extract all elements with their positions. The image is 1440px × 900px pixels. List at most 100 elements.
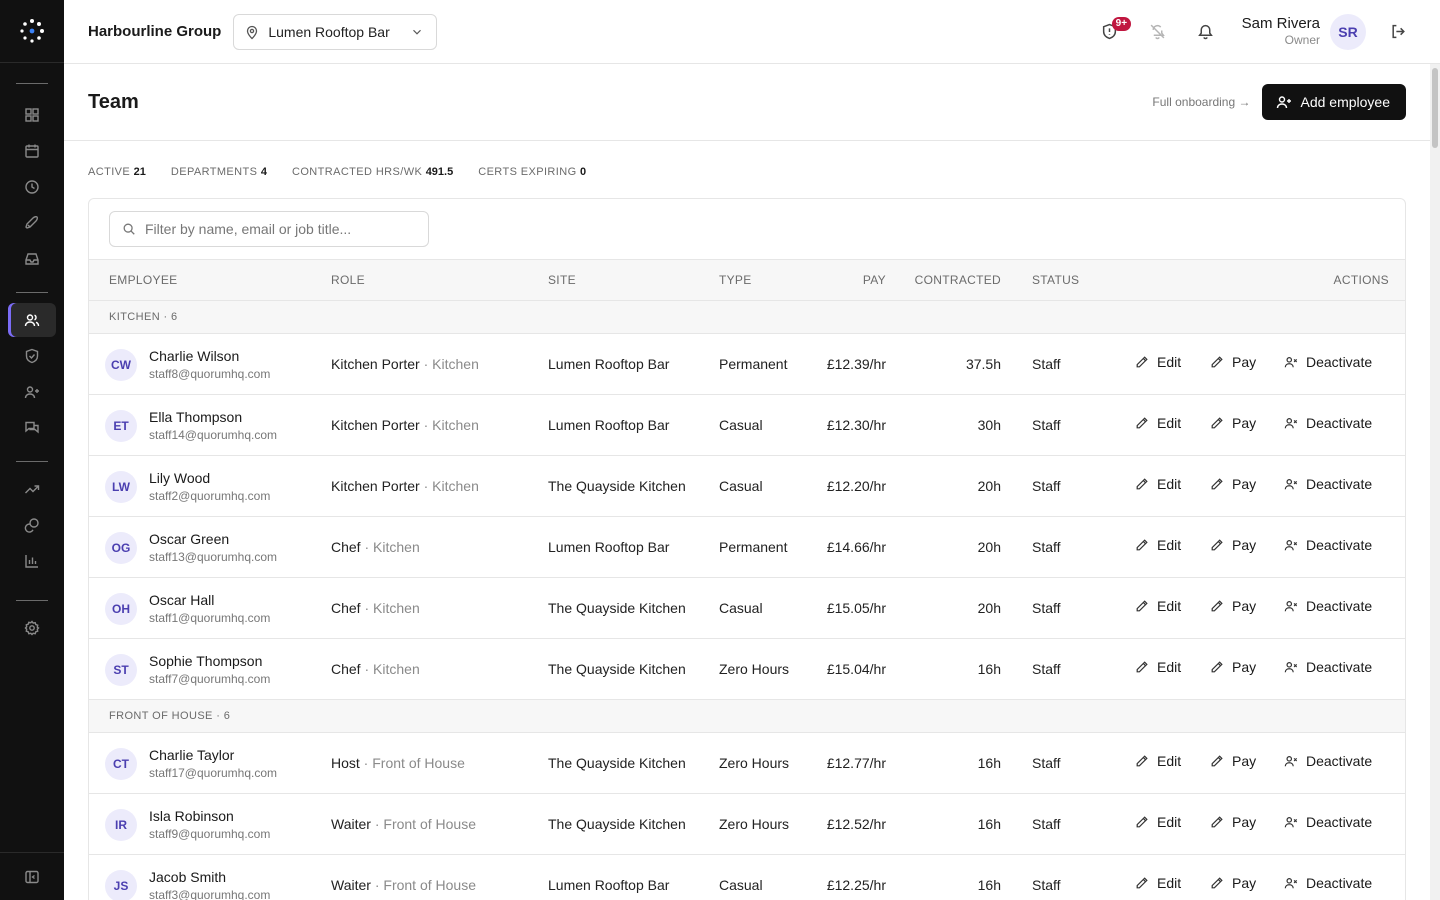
page-scrollbar[interactable]: [1430, 64, 1440, 900]
role-title: Kitchen Porter: [331, 417, 420, 433]
pay-button[interactable]: Pay: [1210, 537, 1256, 553]
deactivate-button[interactable]: Deactivate: [1284, 659, 1372, 675]
site-select[interactable]: Lumen Rooftop Bar: [233, 13, 438, 50]
stat-label: ACTIVE: [88, 166, 131, 178]
employee-name[interactable]: Sophie Thompson: [149, 653, 262, 669]
sidebar-item-dashboard[interactable]: [8, 98, 56, 132]
table-row[interactable]: IR Isla Robinson staff9@quorumhq.com Waiter…: [89, 794, 1405, 855]
sidebar-item-timesheets[interactable]: [8, 170, 56, 204]
pay-button[interactable]: Pay: [1210, 415, 1256, 431]
user-avatar[interactable]: SR: [1330, 13, 1366, 50]
employee-name[interactable]: Charlie Taylor: [149, 747, 234, 763]
table-row[interactable]: LW Lily Wood staff2@quorumhq.com Kitchen Po…: [89, 456, 1405, 517]
employee-status: Staff: [1032, 417, 1061, 433]
pay-button[interactable]: Pay: [1210, 659, 1256, 675]
employee-email: staff8@quorumhq.com: [149, 367, 271, 381]
col-contracted[interactable]: CONTRACTED: [915, 273, 1001, 287]
pencil-icon: [1136, 478, 1148, 490]
employee-name[interactable]: Lily Wood: [149, 470, 210, 486]
bar-chart-icon: [25, 555, 38, 568]
sidebar-item-reports[interactable]: [8, 544, 56, 578]
col-status[interactable]: STATUS: [1032, 273, 1079, 287]
employee-name[interactable]: Oscar Green: [149, 531, 229, 547]
deactivate-button[interactable]: Deactivate: [1284, 598, 1372, 614]
pay-button[interactable]: Pay: [1210, 476, 1256, 492]
user-x-icon: [1284, 418, 1298, 429]
filter-box[interactable]: [109, 211, 429, 247]
stat-value: 491.5: [425, 166, 454, 178]
edit-button[interactable]: Edit: [1135, 753, 1181, 769]
employee-role: Chef · Kitchen: [331, 539, 420, 555]
employee-pay: £12.25/hr: [826, 877, 886, 893]
employee-name[interactable]: Jacob Smith: [149, 869, 226, 885]
table-row[interactable]: ST Sophie Thompson staff7@quorumhq.com Chef…: [89, 639, 1405, 700]
table-row[interactable]: CT Charlie Taylor staff17@quorumhq.com Host…: [89, 733, 1405, 794]
col-pay[interactable]: PAY: [863, 273, 886, 287]
sidebar-item-launch[interactable]: [8, 206, 56, 240]
panel-toggle-icon: [25, 870, 39, 883]
col-site[interactable]: SITE: [548, 273, 576, 287]
sidebar-item-hiring[interactable]: [8, 375, 56, 409]
table-row[interactable]: ET Ella Thompson staff14@quorumhq.com Kitch…: [89, 395, 1405, 456]
edit-button[interactable]: Edit: [1135, 598, 1181, 614]
user-plus-icon: [24, 386, 39, 399]
deactivate-button[interactable]: Deactivate: [1284, 753, 1372, 769]
sidebar-item-trends[interactable]: [8, 472, 56, 506]
edit-button[interactable]: Edit: [1135, 537, 1181, 553]
employee-name[interactable]: Oscar Hall: [149, 592, 214, 608]
logout-button[interactable]: [1380, 14, 1416, 50]
app-logo[interactable]: [0, 0, 64, 63]
employee-role: Chef · Kitchen: [331, 661, 420, 677]
sidebar-item-payroll[interactable]: [8, 508, 56, 542]
employee-pay: £12.39/hr: [826, 356, 886, 372]
table-row[interactable]: OG Oscar Green staff13@quorumhq.com Chef · …: [89, 517, 1405, 578]
sidebar-item-compliance[interactable]: [8, 339, 56, 373]
employee-site: Lumen Rooftop Bar: [548, 356, 670, 372]
user-info[interactable]: Sam Rivera Owner: [1242, 15, 1320, 48]
sidebar-item-inbox[interactable]: [8, 242, 56, 276]
scrollbar-thumb[interactable]: [1432, 68, 1438, 148]
pay-button[interactable]: Pay: [1210, 354, 1256, 370]
deactivate-label: Deactivate: [1306, 598, 1373, 614]
table-row[interactable]: JS Jacob Smith staff3@quorumhq.com Waiter ·…: [89, 855, 1405, 900]
table-row[interactable]: OH Oscar Hall staff1@quorumhq.com Chef · Ki…: [89, 578, 1405, 639]
sidebar-collapse-button[interactable]: [0, 852, 64, 900]
alerts-button[interactable]: 9+: [1092, 14, 1132, 50]
employee-name[interactable]: Isla Robinson: [149, 808, 234, 824]
employee-pay: £12.77/hr: [826, 755, 886, 771]
full-onboarding-link[interactable]: Full onboarding →: [1152, 95, 1250, 109]
mute-notifications-button[interactable]: [1140, 14, 1176, 50]
filter-input[interactable]: [145, 221, 415, 237]
deactivate-label: Deactivate: [1306, 814, 1373, 830]
deactivate-button[interactable]: Deactivate: [1284, 814, 1372, 830]
col-type[interactable]: TYPE: [719, 273, 752, 287]
employee-name[interactable]: Ella Thompson: [149, 409, 242, 425]
col-role[interactable]: ROLE: [331, 273, 365, 287]
pay-button[interactable]: Pay: [1210, 753, 1256, 769]
deactivate-button[interactable]: Deactivate: [1284, 415, 1372, 431]
deactivate-button[interactable]: Deactivate: [1284, 354, 1372, 370]
pay-button[interactable]: Pay: [1210, 598, 1256, 614]
edit-button[interactable]: Edit: [1135, 354, 1181, 370]
pay-button[interactable]: Pay: [1210, 814, 1256, 830]
sidebar-item-schedule[interactable]: [8, 134, 56, 168]
col-employee[interactable]: EMPLOYEE: [109, 273, 177, 287]
deactivate-label: Deactivate: [1306, 476, 1373, 492]
employee-contracted: 16h: [977, 877, 1001, 893]
sidebar-item-settings[interactable]: [8, 611, 56, 645]
notifications-button[interactable]: [1188, 14, 1224, 50]
sidebar-item-team[interactable]: [8, 303, 56, 337]
deactivate-button[interactable]: Deactivate: [1284, 875, 1372, 891]
add-employee-button[interactable]: Add employee: [1262, 84, 1406, 120]
employee-name[interactable]: Charlie Wilson: [149, 348, 239, 364]
edit-button[interactable]: Edit: [1135, 659, 1181, 675]
sidebar-item-messages[interactable]: [8, 411, 56, 445]
deactivate-button[interactable]: Deactivate: [1284, 476, 1372, 492]
edit-button[interactable]: Edit: [1135, 415, 1181, 431]
edit-button[interactable]: Edit: [1135, 814, 1181, 830]
table-row[interactable]: CW Charlie Wilson staff8@quorumhq.com Kitch…: [89, 334, 1405, 395]
pay-button[interactable]: Pay: [1210, 875, 1256, 891]
edit-button[interactable]: Edit: [1135, 476, 1181, 492]
deactivate-button[interactable]: Deactivate: [1284, 537, 1372, 553]
edit-button[interactable]: Edit: [1135, 875, 1181, 891]
